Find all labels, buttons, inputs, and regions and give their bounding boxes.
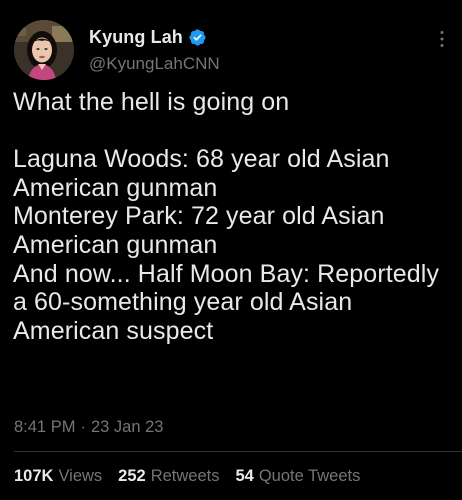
tweet-time: 8:41 PM <box>14 418 76 436</box>
author-handle[interactable]: @KyungLahCNN <box>89 54 220 74</box>
tweet-timestamp[interactable]: 8:41 PM · 23 Jan 23 <box>14 418 163 437</box>
quotes-label: Quote Tweets <box>258 467 361 485</box>
name-row: Kyung Lah <box>89 26 220 48</box>
author-display-name[interactable]: Kyung Lah <box>89 27 183 48</box>
verified-badge-icon <box>188 28 207 47</box>
views-count: 107K <box>14 467 54 485</box>
avatar[interactable] <box>14 20 74 80</box>
quotes-count: 54 <box>235 467 254 485</box>
retweets-label: Retweets <box>150 467 220 485</box>
more-vertical-icon[interactable] <box>440 30 444 48</box>
avatar-photo <box>14 20 74 80</box>
tweet-card: Kyung Lah @KyungLahCNN What the hell is … <box>0 0 462 500</box>
views-label: Views <box>58 467 103 485</box>
retweets-count: 252 <box>118 467 146 485</box>
timestamp-separator: · <box>80 418 86 436</box>
views-stat: 107K Views <box>14 467 102 486</box>
retweets-stat[interactable]: 252 Retweets <box>118 467 219 486</box>
author-info: Kyung Lah @KyungLahCNN <box>89 26 220 74</box>
divider <box>14 451 462 452</box>
tweet-text: What the hell is going on Laguna Woods: … <box>13 88 440 345</box>
tweet-date: 23 Jan 23 <box>90 418 164 436</box>
tweet-stats: 107K Views 252 Retweets 54 Quote Tweets <box>14 467 376 486</box>
quote-tweets-stat[interactable]: 54 Quote Tweets <box>235 467 360 486</box>
